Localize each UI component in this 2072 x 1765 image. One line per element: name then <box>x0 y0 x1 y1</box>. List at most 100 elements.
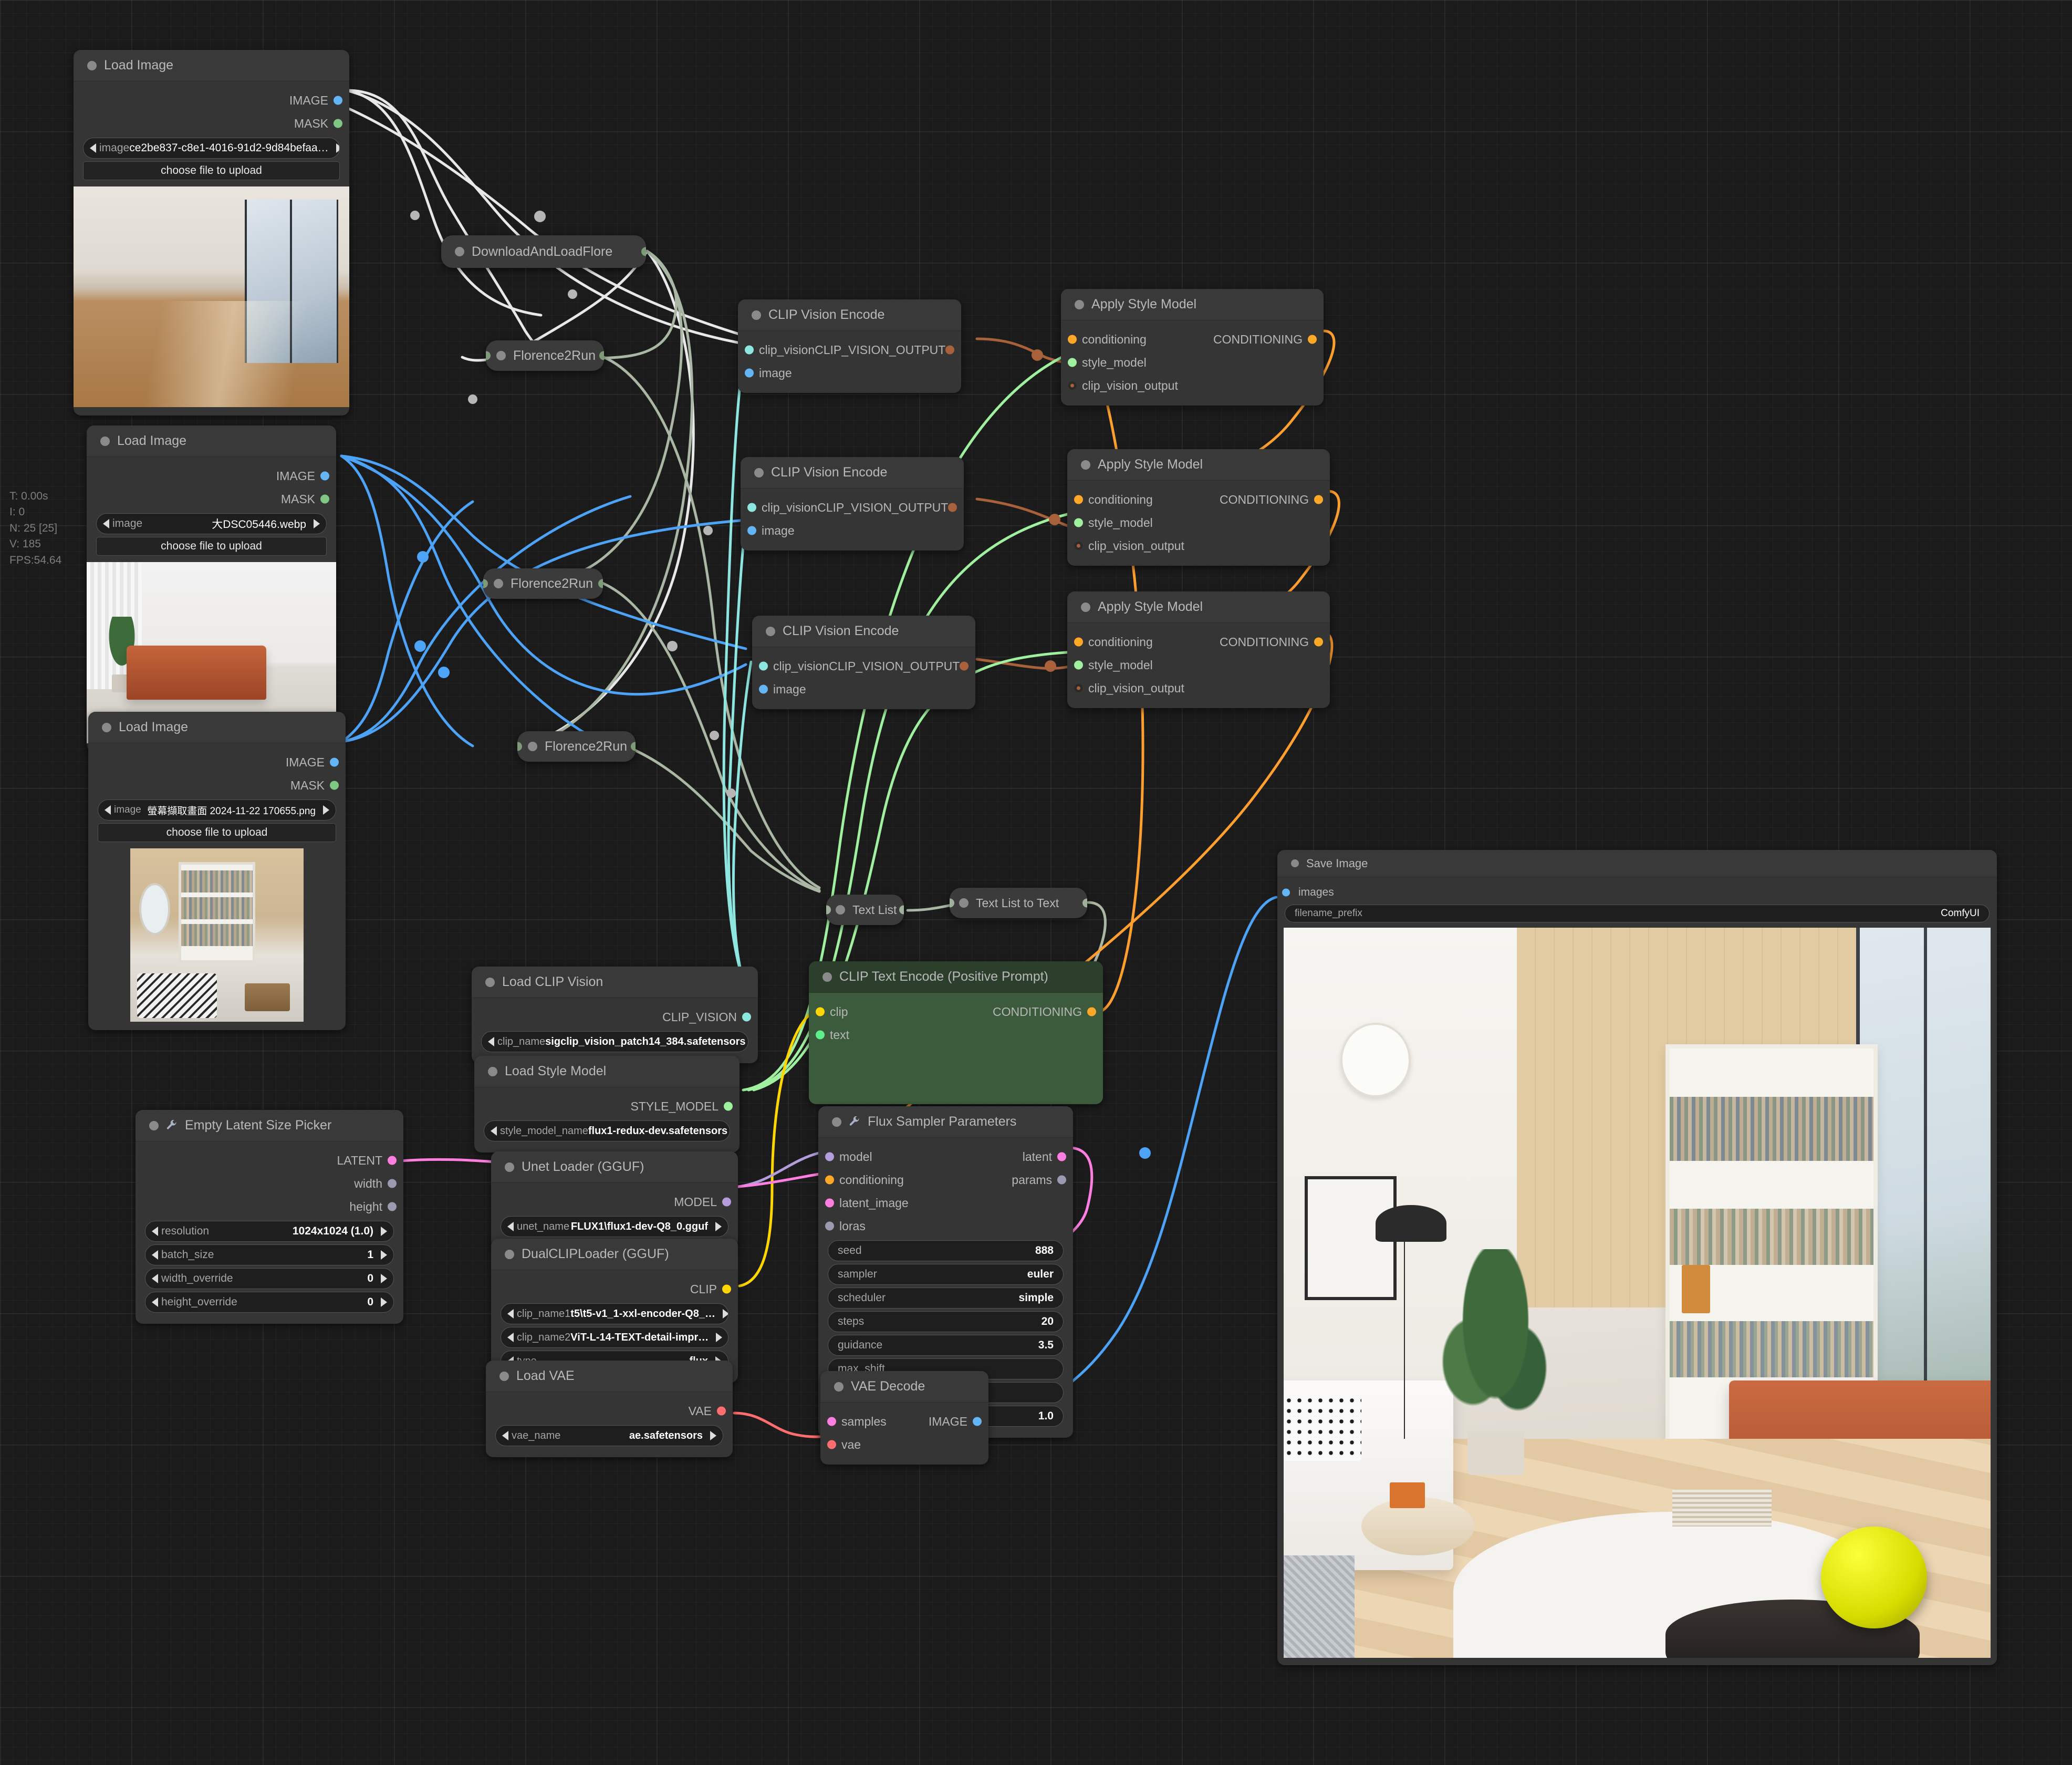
node-download-load-florence-56[interactable]: #56 Florence2 DownloadAndLoadFlore <box>441 235 646 268</box>
node-florence2run-55[interactable]: #55 Florence2 Florence2Run <box>483 568 603 599</box>
clip-port[interactable] <box>722 1284 731 1294</box>
vae-port[interactable] <box>717 1406 726 1416</box>
image-widget[interactable]: image ce2be837-c8e1-4016-91d2-9d84befaa… <box>83 138 340 159</box>
guidance-widget[interactable]: guidance 3.5 <box>828 1335 1064 1356</box>
output-slot-mask[interactable]: MASK <box>74 112 349 135</box>
node-apply-style-model-59[interactable]: #59 Apply Style Model conditioning CONDI… <box>1067 591 1330 708</box>
collapse-dot-icon[interactable] <box>836 905 845 915</box>
next-arrow-icon[interactable] <box>323 805 329 815</box>
height-port[interactable] <box>388 1202 397 1211</box>
collapse-dot-icon[interactable] <box>488 1066 497 1076</box>
node-clip-vision-encode-53[interactable]: #53 CLIP Vision Encode clip_vision CLIP_… <box>741 457 964 551</box>
node-text-list-to-text-48[interactable]: #48 was-node-suite-comfyui Text List to … <box>950 888 1087 918</box>
style-model-port[interactable] <box>724 1102 733 1111</box>
node-title-bar[interactable]: Text List to Text <box>950 888 1087 918</box>
node-apply-style-model-52[interactable]: #52 Apply Style Model conditioning CONDI… <box>1067 449 1330 566</box>
image-port[interactable] <box>320 471 329 481</box>
node-load-image-54[interactable]: #54 Load Image IMAGE MASK image 螢幕擷取畫面 2… <box>88 712 346 1030</box>
node-title-bar[interactable]: Load CLIP Vision <box>472 967 758 998</box>
collapse-dot-icon[interactable] <box>528 742 537 751</box>
collapse-dot-icon[interactable] <box>505 1162 514 1172</box>
collapse-dot-icon[interactable] <box>505 1249 514 1259</box>
node-title-bar[interactable]: Load VAE <box>486 1361 733 1392</box>
scheduler-widget[interactable]: scheduler simple <box>828 1288 1064 1309</box>
next-arrow-icon[interactable] <box>381 1297 387 1307</box>
collapse-dot-icon[interactable] <box>1291 859 1299 867</box>
prev-arrow-icon[interactable] <box>105 805 111 815</box>
collapse-dot-icon[interactable] <box>149 1120 159 1130</box>
collapse-dot-icon[interactable] <box>834 1382 844 1392</box>
node-load-vae-10[interactable]: #10 Load VAE VAE vae_name ae.safetensors <box>486 1361 733 1457</box>
collapse-dot-icon[interactable] <box>959 898 969 908</box>
conditioning-port[interactable] <box>1074 495 1083 504</box>
image-port[interactable] <box>745 368 754 378</box>
clip-vision-port[interactable] <box>759 661 768 671</box>
height-override-widget[interactable]: height_override 0 <box>145 1292 394 1313</box>
next-arrow-icon[interactable] <box>314 519 320 528</box>
node-title-bar[interactable]: Apply Style Model <box>1061 289 1324 320</box>
node-load-clip-vision-38[interactable]: #38 Load CLIP Vision CLIP_VISION clip_na… <box>472 967 758 1063</box>
collapse-dot-icon[interactable] <box>496 351 506 360</box>
collapse-dot-icon[interactable] <box>485 977 495 987</box>
mask-port[interactable] <box>334 119 342 128</box>
node-florence2run-62[interactable]: #62 Florence2 Florence2Run <box>486 340 604 371</box>
conditioning-port[interactable] <box>1068 335 1077 344</box>
prev-arrow-icon[interactable] <box>90 143 96 153</box>
node-title-bar[interactable]: Unet Loader (GGUF) <box>491 1151 738 1183</box>
prev-arrow-icon[interactable] <box>152 1274 158 1283</box>
node-clip-text-encode-positive-6[interactable]: #6 CLIP Text Encode (Positive Prompt) cl… <box>809 961 1103 1104</box>
prev-arrow-icon[interactable] <box>488 1037 494 1046</box>
collapse-dot-icon[interactable] <box>1081 460 1090 470</box>
model-port[interactable] <box>722 1197 731 1207</box>
collapse-dot-icon[interactable] <box>822 972 832 982</box>
steps-widget[interactable]: steps 20 <box>828 1311 1064 1332</box>
prev-arrow-icon[interactable] <box>103 519 109 528</box>
style-model-name-widget[interactable]: style_model_name flux1-redux-dev.safeten… <box>484 1120 730 1141</box>
clip-name1-widget[interactable]: clip_name1 t5\t5-v1_1-xxl-encoder-Q8_… <box>501 1303 728 1324</box>
node-load-image-61[interactable]: #61 Load Image IMAGE MASK image ce2be837… <box>74 50 349 416</box>
prev-arrow-icon[interactable] <box>507 1333 514 1342</box>
conditioning-out-port[interactable] <box>1314 495 1323 504</box>
latent-image-port[interactable] <box>825 1198 834 1208</box>
node-title-bar[interactable]: Save Image <box>1277 850 1997 877</box>
clip-vision-output-port[interactable] <box>948 503 957 512</box>
clip-name-widget[interactable]: clip_name sigclip_vision_patch14_384.saf… <box>481 1031 748 1052</box>
text-port[interactable] <box>816 1030 825 1040</box>
collapse-dot-icon[interactable] <box>1075 299 1084 309</box>
collapse-dot-icon[interactable] <box>455 247 464 256</box>
next-arrow-icon[interactable] <box>336 143 339 153</box>
collapse-dot-icon[interactable] <box>100 436 110 446</box>
next-arrow-icon[interactable] <box>381 1227 387 1236</box>
node-load-image-40[interactable]: #40 Load Image IMAGE MASK image 大DSC0544… <box>87 425 336 752</box>
conditioning-out-port[interactable] <box>1308 335 1317 344</box>
clip-port[interactable] <box>816 1007 825 1016</box>
node-empty-latent-size-picker-58[interactable]: #58 essentials Empty Latent Size Picker … <box>136 1110 403 1324</box>
collapse-dot-icon[interactable] <box>499 1371 509 1381</box>
image-widget[interactable]: image 螢幕擷取畫面 2024-11-22 170655.png <box>98 800 336 821</box>
sampler-widget[interactable]: sampler euler <box>828 1264 1064 1285</box>
params-port[interactable] <box>1057 1175 1066 1185</box>
clip-vision-port[interactable] <box>747 503 756 512</box>
node-title-bar[interactable]: Load Image <box>88 712 346 743</box>
choose-file-button[interactable]: choose file to upload <box>83 161 340 180</box>
unet-name-widget[interactable]: unet_name FLUX1\flux1-dev-Q8_0.gguf <box>501 1216 728 1237</box>
node-title-bar[interactable]: Empty Latent Size Picker <box>136 1110 403 1141</box>
image-widget[interactable]: image 大DSC05446.webp <box>96 513 327 534</box>
collapse-dot-icon[interactable] <box>87 60 97 70</box>
output-slot-height[interactable]: height <box>136 1195 403 1218</box>
style-model-port[interactable] <box>1074 660 1083 670</box>
choose-file-button[interactable]: choose file to upload <box>96 537 327 556</box>
vae-name-widget[interactable]: vae_name ae.safetensors <box>495 1425 723 1446</box>
resolution-widget[interactable]: resolution 1024x1024 (1.0) <box>145 1221 394 1242</box>
prev-arrow-icon[interactable] <box>491 1126 497 1136</box>
output-slot-model[interactable]: MODEL <box>491 1190 738 1213</box>
output-slot-clip[interactable]: CLIP <box>491 1278 738 1301</box>
output-slot-clip-vision[interactable]: CLIP_VISION <box>472 1005 758 1029</box>
next-arrow-icon[interactable] <box>722 1309 728 1318</box>
node-title-bar[interactable]: Flux Sampler Parameters <box>818 1106 1073 1138</box>
image-port[interactable] <box>973 1417 982 1426</box>
filename-prefix-widget[interactable]: filename_prefix ComfyUI <box>1285 905 1990 922</box>
style-model-port[interactable] <box>1074 518 1083 527</box>
node-load-style-model-42[interactable]: #42 Load Style Model STYLE_MODEL style_m… <box>474 1056 740 1153</box>
node-florence2run-57[interactable]: #57 Florence2 Florence2Run <box>517 731 636 762</box>
